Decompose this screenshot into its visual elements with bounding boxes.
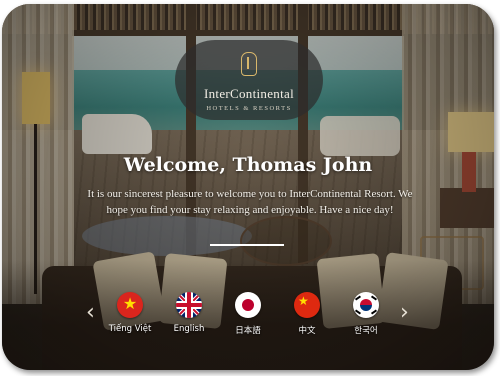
- welcome-heading: Welcome, Thomas John: [123, 154, 373, 176]
- language-selector: ‹ Tiếng Việt English 日本語 中文: [2, 288, 494, 348]
- language-label: 日本語: [235, 326, 261, 336]
- language-option-korean[interactable]: 한국어: [336, 292, 396, 336]
- logo-subtitle: HOTELS & RESORTS: [206, 105, 292, 112]
- language-option-japanese[interactable]: 日本語: [218, 292, 278, 336]
- language-option-english[interactable]: English: [159, 292, 219, 334]
- divider: [210, 244, 284, 246]
- logo-title: InterContinental: [204, 86, 294, 101]
- language-label: Tiếng Việt: [108, 324, 152, 334]
- korea-flag-icon: [353, 292, 379, 318]
- language-label: 한국어: [354, 326, 378, 336]
- hotel-logo: InterContinental HOTELS & RESORTS: [175, 40, 323, 120]
- chevron-left-icon[interactable]: ‹: [86, 302, 95, 324]
- language-option-chinese[interactable]: 中文: [277, 292, 337, 336]
- welcome-message: It is our sincerest pleasure to welcome …: [87, 188, 413, 216]
- china-flag-icon: [294, 292, 320, 318]
- language-label: 中文: [298, 326, 316, 336]
- intercontinental-emblem-icon: [241, 52, 257, 76]
- chevron-right-icon[interactable]: ›: [400, 302, 409, 324]
- japan-flag-icon: [235, 292, 261, 318]
- language-option-vietnamese[interactable]: Tiếng Việt: [100, 292, 160, 334]
- vietnam-flag-icon: [117, 292, 143, 318]
- language-label: English: [173, 324, 205, 334]
- uk-flag-icon: [176, 292, 202, 318]
- tv-screen: InterContinental HOTELS & RESORTS Welcom…: [2, 4, 494, 370]
